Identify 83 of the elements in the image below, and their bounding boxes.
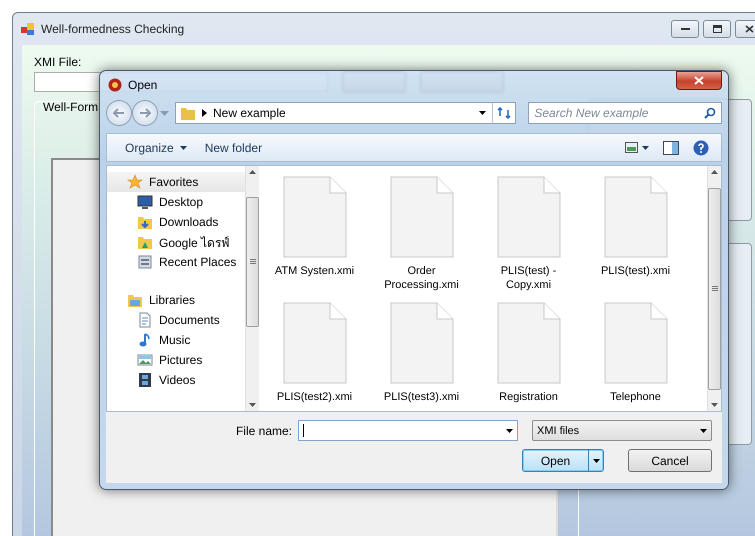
arrow-right-icon bbox=[139, 108, 151, 118]
file-icon bbox=[604, 176, 668, 258]
folder-drive-icon bbox=[137, 234, 153, 250]
file-icon bbox=[282, 176, 346, 258]
nav-item[interactable]: Pictures bbox=[107, 350, 245, 370]
app-icon bbox=[21, 22, 35, 36]
file-icon bbox=[390, 176, 454, 258]
help-icon[interactable] bbox=[693, 140, 709, 156]
star-icon bbox=[127, 174, 143, 190]
film-icon bbox=[137, 372, 153, 388]
grip-icon bbox=[250, 259, 256, 264]
back-button[interactable] bbox=[106, 100, 132, 126]
folder-icon bbox=[180, 105, 196, 121]
search-field[interactable]: Search New example bbox=[528, 102, 722, 124]
dropdown-arrow-icon bbox=[479, 111, 486, 115]
scroll-up-icon[interactable] bbox=[711, 170, 718, 174]
search-icon bbox=[704, 107, 716, 119]
nav-item[interactable]: Favorites bbox=[107, 172, 245, 192]
file-name[interactable]: PLIS(test3).xmi bbox=[374, 390, 470, 404]
field-label: XMI File: bbox=[34, 55, 82, 69]
view-options-icon[interactable] bbox=[625, 142, 649, 154]
recent-places-icon bbox=[137, 254, 153, 270]
grip-icon bbox=[712, 286, 718, 291]
scroll-down-icon bbox=[249, 403, 256, 407]
close-icon bbox=[744, 25, 754, 33]
minimize-button[interactable] bbox=[671, 20, 699, 38]
file-icon bbox=[496, 302, 560, 384]
file-icon bbox=[390, 302, 454, 384]
close-button[interactable] bbox=[735, 20, 755, 38]
file-type-dropdown[interactable]: XMI files bbox=[532, 420, 712, 441]
file-name[interactable]: Registration bbox=[480, 390, 576, 404]
nav-item[interactable]: Videos bbox=[107, 370, 245, 390]
nav-item[interactable]: Google ไดรฟ์ bbox=[107, 232, 245, 252]
dialog-button[interactable]: Cancel bbox=[628, 449, 712, 472]
close-icon bbox=[694, 76, 704, 84]
document-icon bbox=[137, 312, 153, 328]
arrow-left-icon bbox=[113, 108, 125, 118]
app-icon bbox=[108, 78, 122, 92]
address-path: New example bbox=[213, 106, 287, 120]
maximize-icon bbox=[712, 25, 722, 33]
toolbar-button[interactable]: Organize bbox=[119, 138, 193, 156]
file-icon bbox=[496, 176, 560, 258]
nav-item[interactable]: Documents bbox=[107, 310, 245, 330]
file-name-field[interactable] bbox=[298, 420, 518, 441]
minimize-icon bbox=[680, 28, 690, 30]
file-name[interactable]: PLIS(test2).xmi bbox=[266, 390, 362, 404]
nav-item[interactable]: Desktop bbox=[107, 192, 245, 212]
group-label: Well-Form bbox=[42, 100, 100, 114]
file-name[interactable]: Order Processing.xmi bbox=[374, 264, 470, 292]
address-bar[interactable]: New example bbox=[175, 102, 516, 124]
scroll-up-icon[interactable] bbox=[249, 170, 256, 174]
dropdown-arrow-icon bbox=[506, 428, 513, 432]
nav-item[interactable]: Music bbox=[107, 330, 245, 350]
nav-item[interactable]: Recent Places bbox=[107, 252, 245, 272]
dropdown-arrow-icon bbox=[180, 146, 187, 150]
monitor-icon bbox=[137, 194, 153, 210]
forward-button[interactable] bbox=[132, 100, 158, 126]
preview-pane-icon[interactable] bbox=[663, 140, 679, 154]
maximize-button[interactable] bbox=[703, 20, 731, 38]
dropdown-arrow-icon bbox=[700, 428, 707, 432]
file-name[interactable]: Telephone bbox=[588, 390, 684, 404]
scrollbar[interactable] bbox=[707, 166, 721, 411]
file-name[interactable]: ATM Systen.xmi bbox=[266, 264, 362, 278]
scroll-down-icon bbox=[711, 403, 718, 407]
window-title: Well-formedness Checking bbox=[41, 22, 184, 36]
chevron-right-icon bbox=[202, 109, 207, 117]
file-name[interactable]: PLIS(test) - Copy.xmi bbox=[480, 264, 576, 292]
nav-item[interactable]: Libraries bbox=[107, 290, 245, 310]
folder-download-icon bbox=[137, 214, 153, 230]
field-label: File name: bbox=[236, 424, 292, 438]
dropdown-arrow-icon bbox=[592, 458, 600, 462]
file-icon bbox=[604, 302, 668, 384]
dialog-title: Open bbox=[128, 78, 158, 92]
library-folder-icon bbox=[127, 292, 143, 308]
file-icon bbox=[282, 302, 346, 384]
picture-icon bbox=[137, 352, 153, 368]
scrollbar[interactable] bbox=[245, 166, 259, 411]
toolbar-button[interactable]: New folder bbox=[198, 138, 268, 156]
nav-item[interactable]: Downloads bbox=[107, 212, 245, 232]
close-button[interactable] bbox=[676, 70, 722, 90]
file-name[interactable]: PLIS(test).xmi bbox=[588, 264, 684, 278]
dialog-button[interactable]: Open bbox=[522, 449, 604, 472]
refresh-icon bbox=[497, 107, 512, 119]
